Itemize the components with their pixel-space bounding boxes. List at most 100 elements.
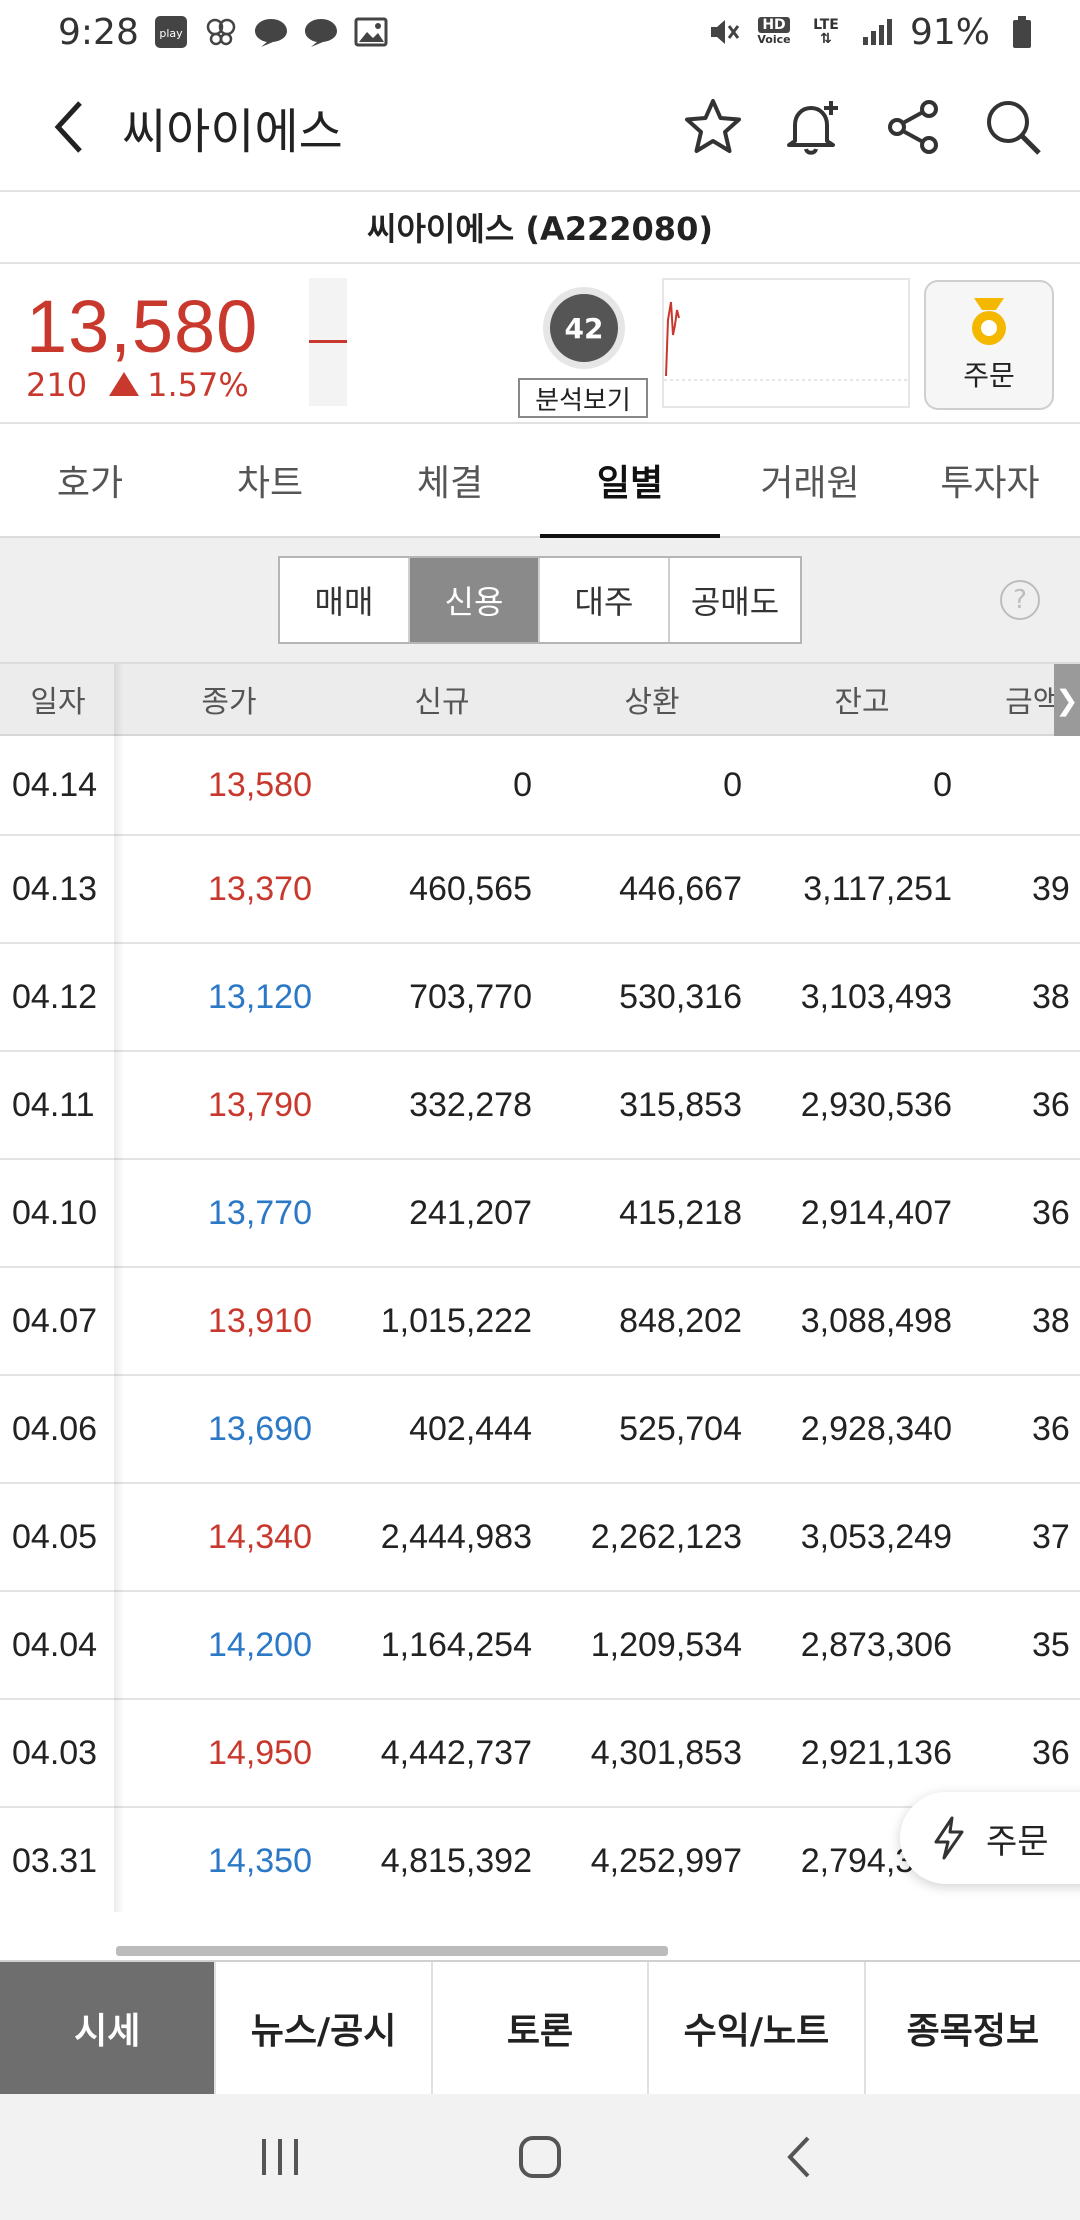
back-button[interactable] bbox=[30, 87, 110, 167]
stock-code-title: 씨아이에스 (A222080) bbox=[0, 192, 1080, 264]
cell-amount: 36 bbox=[1032, 1193, 1070, 1232]
up-triangle-icon bbox=[109, 372, 140, 396]
cell-balance: 3,103,493 bbox=[800, 977, 952, 1016]
cell-repay: 415,218 bbox=[619, 1193, 742, 1232]
tab-chart[interactable]: 차트 bbox=[180, 424, 360, 536]
cell-balance: 0 bbox=[933, 765, 952, 804]
cell-amount: 37 bbox=[1032, 1517, 1070, 1556]
price-range-bar bbox=[309, 278, 347, 406]
table-row[interactable]: 04.11 13,790 332,278 315,853 2,930,536 36 bbox=[0, 1052, 1080, 1160]
search-button[interactable] bbox=[974, 88, 1052, 166]
tab-daily[interactable]: 일별 bbox=[540, 424, 720, 538]
segment-lending[interactable]: 대주 bbox=[540, 558, 670, 642]
cell-repay: 4,252,997 bbox=[590, 1841, 742, 1880]
detail-tabs: 호가 차트 체결 일별 거래원 투자자 bbox=[0, 424, 1080, 538]
cell-close: 14,340 bbox=[208, 1517, 312, 1556]
segment-short-selling[interactable]: 공매도 bbox=[670, 558, 800, 642]
favorite-button[interactable] bbox=[674, 88, 752, 166]
cell-close: 13,120 bbox=[208, 977, 312, 1016]
price-change: 210 1.57% bbox=[26, 366, 249, 404]
battery-icon bbox=[1004, 14, 1040, 50]
table-row[interactable]: 04.04 14,200 1,164,254 1,209,534 2,873,306 35 bbox=[0, 1592, 1080, 1700]
table-row[interactable]: 04.06 13,690 402,444 525,704 2,928,340 36 bbox=[0, 1376, 1080, 1484]
system-nav-bar bbox=[0, 2094, 1080, 2220]
table-row[interactable]: 04.07 13,910 1,015,222 848,202 3,088,498 38 bbox=[0, 1268, 1080, 1376]
score-badge: 42 bbox=[550, 294, 618, 362]
credit-table[interactable]: 04.14 13,580 0 0 0 04.13 13,370 460,565 446,667 3… bbox=[0, 736, 1080, 1912]
share-button[interactable] bbox=[874, 88, 952, 166]
horizontal-scroll-thumb[interactable] bbox=[116, 1946, 668, 1956]
cell-repay: 2,262,123 bbox=[590, 1517, 742, 1556]
cell-repay: 525,704 bbox=[619, 1409, 742, 1448]
table-row[interactable]: 04.12 13,120 703,770 530,316 3,103,493 38 bbox=[0, 944, 1080, 1052]
star-icon bbox=[685, 99, 741, 153]
bottom-tab-news[interactable]: 뉴스/공시 bbox=[216, 1962, 433, 2094]
status-bar: 9:28 play HD Voice LTE ⇅ 91% bbox=[0, 0, 1080, 64]
bottom-tab-returns[interactable]: 수익/노트 bbox=[649, 1962, 866, 2094]
table-row[interactable]: 04.05 14,340 2,444,983 2,262,123 3,053,249 37 bbox=[0, 1484, 1080, 1592]
back-arrow-icon bbox=[54, 101, 82, 153]
segment-credit[interactable]: 신용 bbox=[410, 558, 540, 642]
tab-brokers[interactable]: 거래원 bbox=[720, 424, 900, 536]
cell-date: 04.10 bbox=[12, 1193, 98, 1232]
cell-repay: 530,316 bbox=[619, 977, 742, 1016]
bottom-tab-info[interactable]: 종목정보 bbox=[865, 1962, 1080, 2094]
cell-new: 0 bbox=[513, 765, 532, 804]
table-row[interactable]: 04.14 13,580 0 0 0 bbox=[0, 736, 1080, 836]
segment-row: 매매 신용 대주 공매도 ? bbox=[0, 538, 1080, 664]
segment-trading[interactable]: 매매 bbox=[280, 558, 410, 642]
bottom-tabs: 시세 뉴스/공시 토론 수익/노트 종목정보 bbox=[0, 1960, 1080, 2094]
home-button[interactable] bbox=[495, 2112, 585, 2202]
cell-new: 703,770 bbox=[409, 977, 532, 1016]
cell-amount: 36 bbox=[1032, 1409, 1070, 1448]
cell-balance: 3,117,251 bbox=[803, 869, 952, 908]
tab-orderbook[interactable]: 호가 bbox=[0, 424, 180, 536]
system-back-button[interactable] bbox=[755, 2112, 845, 2202]
cell-repay: 446,667 bbox=[619, 869, 742, 908]
cell-close: 13,580 bbox=[208, 765, 312, 804]
tab-trades[interactable]: 체결 bbox=[360, 424, 540, 536]
intraday-sparkline[interactable] bbox=[662, 278, 910, 408]
cell-date: 04.05 bbox=[12, 1517, 98, 1556]
cell-new: 1,164,254 bbox=[380, 1625, 532, 1664]
table-header: 일자 종가 신규 상환 잔고 금액( ❯ bbox=[0, 664, 1080, 736]
table-row[interactable]: 04.03 14,950 4,442,737 4,301,853 2,921,136 36 bbox=[0, 1700, 1080, 1808]
bottom-tab-discussion[interactable]: 토론 bbox=[432, 1962, 650, 2094]
header-balance: 잔고 bbox=[834, 685, 890, 720]
table-row[interactable]: 04.13 13,370 460,565 446,667 3,117,251 39 bbox=[0, 836, 1080, 944]
add-alert-button[interactable] bbox=[774, 88, 852, 166]
segment-control: 매매 신용 대주 공매도 bbox=[278, 556, 802, 644]
cell-close: 14,200 bbox=[208, 1625, 312, 1664]
recent-apps-icon bbox=[262, 2139, 298, 2175]
back-chevron-icon bbox=[787, 2136, 810, 2178]
cell-date: 04.04 bbox=[12, 1625, 98, 1664]
image-icon bbox=[353, 14, 389, 50]
tab-investors[interactable]: 투자자 bbox=[900, 424, 1080, 536]
bottom-tab-quote[interactable]: 시세 bbox=[0, 1962, 217, 2094]
cell-new: 332,278 bbox=[409, 1085, 532, 1124]
order-button[interactable]: 주문 bbox=[924, 280, 1054, 410]
cell-balance: 2,928,340 bbox=[800, 1409, 952, 1448]
cell-balance: 3,053,249 bbox=[800, 1517, 952, 1556]
cell-date: 04.11 bbox=[12, 1085, 95, 1124]
cell-date: 04.06 bbox=[12, 1409, 98, 1448]
cell-repay: 848,202 bbox=[619, 1301, 742, 1340]
help-icon[interactable]: ? bbox=[1000, 580, 1040, 620]
cell-new: 4,442,737 bbox=[380, 1733, 532, 1772]
cell-close: 14,350 bbox=[208, 1841, 312, 1880]
analyze-button[interactable]: 분석보기 bbox=[518, 378, 648, 418]
scroll-right-button[interactable]: ❯ bbox=[1054, 664, 1080, 736]
cell-amount: 36 bbox=[1032, 1733, 1070, 1772]
cell-date: 04.03 bbox=[12, 1733, 98, 1772]
hd-voice-icon: HD Voice bbox=[757, 17, 791, 46]
table-row[interactable]: 04.10 13,770 241,207 415,218 2,914,407 36 bbox=[0, 1160, 1080, 1268]
recent-apps-button[interactable] bbox=[235, 2112, 325, 2202]
cell-close: 13,910 bbox=[208, 1301, 312, 1340]
floating-order-button[interactable]: 주문 bbox=[900, 1792, 1080, 1884]
header-repay: 상환 bbox=[624, 685, 680, 720]
bell-plus-icon bbox=[787, 101, 838, 155]
cell-balance: 2,921,136 bbox=[800, 1733, 952, 1772]
cell-close: 13,370 bbox=[208, 869, 312, 908]
cell-date: 04.12 bbox=[12, 977, 98, 1016]
cell-new: 241,207 bbox=[409, 1193, 532, 1232]
